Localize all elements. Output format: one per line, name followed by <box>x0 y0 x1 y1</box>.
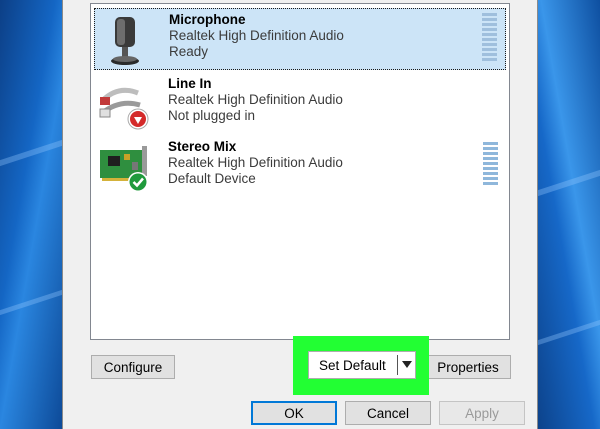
recording-device-list[interactable]: Microphone Realtek High Definition Audio… <box>90 3 510 340</box>
set-default-label: Set Default <box>319 358 386 373</box>
chevron-down-icon[interactable] <box>402 361 412 368</box>
device-item-line-in[interactable]: Line In Realtek High Definition Audio No… <box>94 73 506 135</box>
device-status: Default Device <box>168 171 256 186</box>
cancel-button[interactable]: Cancel <box>345 401 431 425</box>
desktop-background-left <box>0 0 62 429</box>
device-text: Microphone Realtek High Definition Audio… <box>169 12 344 60</box>
device-text: Line In Realtek High Definition Audio No… <box>168 76 343 124</box>
device-name: Line In <box>168 76 212 91</box>
level-meter <box>483 142 498 196</box>
device-item-stereo-mix[interactable]: Stereo Mix Realtek High Definition Audio… <box>94 136 506 198</box>
device-status: Ready <box>169 44 209 59</box>
desktop-background-right <box>528 0 600 429</box>
line-in-jack-icon <box>99 87 149 130</box>
apply-button[interactable]: Apply <box>439 401 525 425</box>
device-status: Not plugged in <box>168 108 256 123</box>
ok-button[interactable]: OK <box>251 401 337 425</box>
device-item-microphone[interactable]: Microphone Realtek High Definition Audio… <box>94 8 506 70</box>
properties-button[interactable]: Properties <box>425 355 511 379</box>
green-check-icon <box>129 173 147 191</box>
device-name: Stereo Mix <box>168 139 237 154</box>
device-driver: Realtek High Definition Audio <box>168 92 343 107</box>
device-text: Stereo Mix Realtek High Definition Audio… <box>168 139 343 187</box>
split-separator <box>397 355 398 375</box>
set-default-split-button[interactable]: Set Default <box>308 351 416 379</box>
sound-card-icon <box>100 146 148 192</box>
device-driver: Realtek High Definition Audio <box>169 28 344 43</box>
device-driver: Realtek High Definition Audio <box>168 155 343 170</box>
device-name: Microphone <box>169 12 246 27</box>
microphone-icon <box>111 17 139 65</box>
level-meter <box>482 13 497 67</box>
configure-button[interactable]: Configure <box>91 355 175 379</box>
